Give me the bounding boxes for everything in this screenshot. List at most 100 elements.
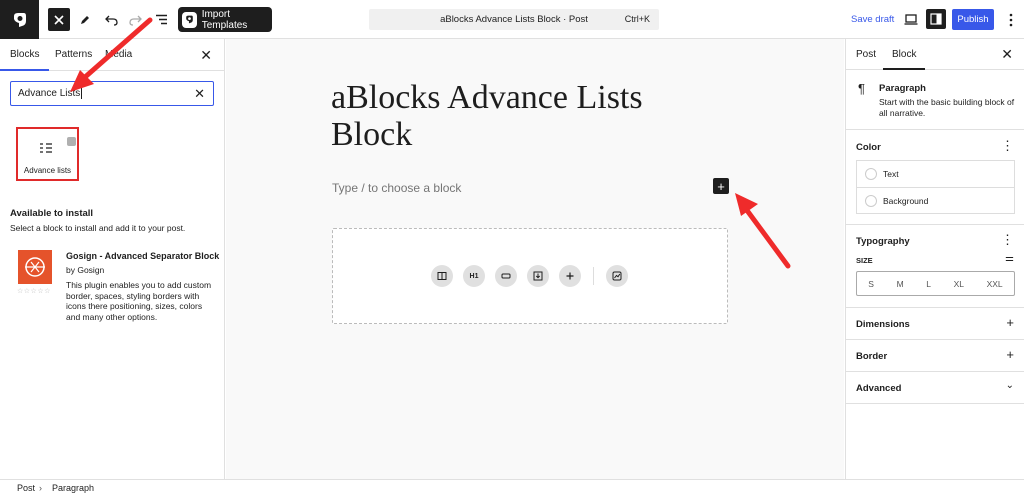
save-draft-button[interactable]: Save draft bbox=[851, 14, 894, 25]
more-vertical-icon[interactable]: ⋮ bbox=[1001, 138, 1014, 154]
plugin-name[interactable]: Gosign - Advanced Separator Block bbox=[66, 251, 219, 261]
color-panel-title: Color bbox=[856, 142, 881, 153]
tab-block[interactable]: Block bbox=[882, 49, 927, 70]
color-text-label: Text bbox=[883, 169, 899, 179]
close-icon bbox=[54, 14, 64, 25]
border-panel[interactable]: Border + bbox=[846, 340, 1024, 372]
pencil-icon bbox=[81, 15, 89, 24]
size-option-m[interactable]: M bbox=[897, 279, 904, 289]
tab-media[interactable]: Media bbox=[105, 49, 132, 60]
block-item-advance-lists[interactable]: Advance lists bbox=[16, 127, 79, 181]
editor-canvas: aBlocks Advance Lists Block Type / to ch… bbox=[226, 39, 844, 479]
color-text-item[interactable]: Text bbox=[857, 161, 1014, 187]
tab-patterns[interactable]: Patterns bbox=[55, 49, 92, 60]
swatch-icon bbox=[865, 168, 877, 180]
block-search-input[interactable]: Advance Lists ✕ bbox=[10, 81, 214, 106]
swatch-icon bbox=[865, 194, 877, 207]
paragraph-icon: ¶ bbox=[858, 81, 865, 96]
post-title[interactable]: aBlocks Advance Lists Block bbox=[331, 79, 691, 154]
size-option-s[interactable]: S bbox=[868, 279, 874, 289]
document-overview-button[interactable] bbox=[152, 8, 170, 31]
more-vertical-icon[interactable]: ⋮ bbox=[1001, 232, 1014, 248]
dimensions-panel[interactable]: Dimensions + bbox=[846, 308, 1024, 340]
shortcut-hint: Ctrl+K bbox=[624, 14, 650, 24]
pattern-toolbar: H1 bbox=[431, 265, 628, 287]
columns-icon[interactable] bbox=[431, 265, 453, 287]
advanced-panel-title: Advanced bbox=[856, 383, 902, 394]
editor-header: Import Templates aBlocks Advance Lists B… bbox=[0, 0, 1024, 39]
tab-post[interactable]: Post bbox=[856, 49, 876, 60]
dimensions-panel-title: Dimensions bbox=[856, 319, 910, 330]
plugin-badge-icon bbox=[67, 137, 76, 146]
border-panel-title: Border bbox=[856, 351, 888, 362]
block-inserter-panel: Blocks Patterns Media ✕ Advance Lists ✕ … bbox=[0, 39, 225, 479]
inserter-tabs: Blocks Patterns Media ✕ bbox=[0, 39, 224, 71]
command-palette-bar[interactable]: aBlocks Advance Lists Block · Post Ctrl+… bbox=[369, 9, 659, 30]
toolbar-divider bbox=[593, 267, 594, 285]
plugin-author: by Gosign bbox=[66, 265, 105, 275]
desktop-icon bbox=[904, 13, 918, 25]
color-panel: Color ⋮ Text Background bbox=[846, 130, 1024, 225]
sidebar-icon bbox=[930, 13, 942, 25]
block-card-description: Start with the basic building block of a… bbox=[879, 97, 1015, 119]
chevron-down-icon[interactable]: ⌄ bbox=[1006, 380, 1014, 391]
plus-icon[interactable]: + bbox=[1006, 315, 1014, 330]
more-vertical-icon bbox=[1009, 13, 1013, 27]
chart-icon[interactable] bbox=[606, 265, 628, 287]
size-option-l[interactable]: L bbox=[926, 279, 931, 289]
block-inserter-plus-button[interactable]: + bbox=[713, 178, 729, 194]
block-breadcrumb: Post › Paragraph bbox=[0, 479, 1024, 495]
publish-button[interactable]: Publish bbox=[952, 9, 994, 30]
ablocks-logo-icon bbox=[182, 11, 197, 28]
add-icon[interactable] bbox=[559, 265, 581, 287]
redo-button[interactable] bbox=[126, 8, 144, 31]
undo-icon bbox=[104, 15, 118, 26]
close-inserter-button[interactable] bbox=[48, 8, 70, 31]
settings-sidebar: Post Block ✕ ¶ Paragraph Start with the … bbox=[845, 39, 1024, 479]
clear-search-icon[interactable]: ✕ bbox=[194, 86, 205, 102]
import-templates-label: Import Templates bbox=[201, 8, 248, 31]
import-templates-button[interactable]: Import Templates bbox=[178, 7, 272, 32]
download-icon[interactable] bbox=[527, 265, 549, 287]
list-view-icon bbox=[155, 14, 167, 25]
color-background-item[interactable]: Background bbox=[857, 187, 1014, 213]
settings-toggle-button[interactable] bbox=[926, 9, 946, 29]
plugin-rating-stars: ☆☆☆☆☆ bbox=[17, 288, 51, 295]
size-option-xxl[interactable]: XXL bbox=[987, 279, 1003, 289]
tab-blocks[interactable]: Blocks bbox=[0, 49, 51, 71]
plugin-thumbnail[interactable] bbox=[18, 250, 52, 284]
more-options-button[interactable] bbox=[1004, 11, 1018, 29]
advanced-panel[interactable]: Advanced ⌄ bbox=[846, 372, 1024, 404]
preview-button[interactable] bbox=[903, 11, 919, 27]
block-item-label: Advance lists bbox=[23, 166, 72, 175]
button-icon[interactable] bbox=[495, 265, 517, 287]
font-size-picker: S M L XL XXL bbox=[856, 271, 1015, 296]
typography-panel: Typography ⋮ SIZE ⚌ S M L XL XXL bbox=[846, 225, 1024, 308]
settings-tabs: Post Block ✕ bbox=[846, 39, 1024, 70]
plus-icon[interactable]: + bbox=[1006, 347, 1014, 362]
site-logo-icon[interactable] bbox=[0, 0, 39, 39]
size-option-xl[interactable]: XL bbox=[954, 279, 964, 289]
available-to-install-heading: Available to install bbox=[10, 208, 94, 219]
close-icon[interactable]: ✕ bbox=[200, 47, 212, 64]
document-title: aBlocks Advance Lists Block · Post bbox=[440, 14, 588, 25]
typography-panel-title: Typography bbox=[856, 236, 910, 247]
list-icon bbox=[40, 143, 52, 153]
color-background-label: Background bbox=[883, 195, 929, 206]
heading-h1-icon[interactable]: H1 bbox=[463, 265, 485, 287]
settings-sliders-icon[interactable]: ⚌ bbox=[1005, 253, 1014, 264]
edit-tool-button[interactable] bbox=[76, 8, 94, 31]
plugin-description: This plugin enables you to add custom bo… bbox=[66, 280, 212, 322]
paragraph-placeholder[interactable]: Type / to choose a block bbox=[332, 181, 461, 195]
close-icon[interactable]: ✕ bbox=[1001, 46, 1013, 63]
pattern-placeholder-box: H1 bbox=[332, 228, 728, 324]
breadcrumb-separator-icon: › bbox=[39, 483, 42, 493]
font-size-label: SIZE bbox=[856, 256, 873, 265]
undo-button[interactable] bbox=[102, 8, 120, 31]
breadcrumb-post[interactable]: Post bbox=[17, 483, 35, 493]
block-card-title: Paragraph bbox=[879, 83, 926, 94]
color-options: Text Background bbox=[856, 160, 1015, 214]
breadcrumb-paragraph[interactable]: Paragraph bbox=[52, 483, 94, 493]
block-card: ¶ Paragraph Start with the basic buildin… bbox=[846, 70, 1024, 130]
redo-icon bbox=[128, 15, 142, 26]
